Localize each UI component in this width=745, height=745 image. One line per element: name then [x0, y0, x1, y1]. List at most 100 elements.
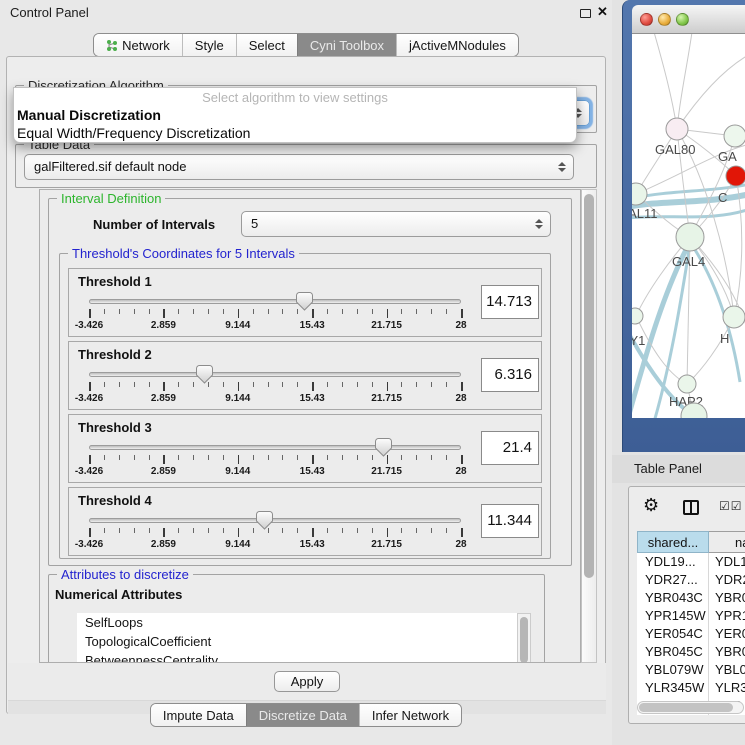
number-of-intervals-combobox[interactable]: 5	[241, 211, 551, 237]
control-panel-titlebar: Control Panel ✕	[0, 0, 612, 26]
slider-thumb[interactable]	[296, 292, 313, 316]
tab-select[interactable]: Select	[236, 34, 297, 56]
network-canvas[interactable]: GAL80GACGAL11GAL4GCY1HHAP2	[632, 34, 745, 418]
slider-tick	[416, 382, 417, 387]
table-row[interactable]: YDL19...YDL1	[637, 553, 745, 571]
apply-button[interactable]: Apply	[274, 671, 341, 692]
tab-segments: Impute DataDiscretize Data Infer Network	[150, 703, 462, 727]
threshold-value[interactable]: 21.4	[481, 431, 539, 465]
threshold-slider[interactable]: -3.4262.8599.14415.4321.71528	[89, 439, 461, 481]
slider-track[interactable]	[89, 372, 461, 377]
mac-zoom-button[interactable]	[676, 13, 689, 26]
network-node-ga[interactable]	[724, 125, 745, 147]
table-cell[interactable]: YER0	[709, 625, 745, 643]
slider-tick	[134, 455, 135, 460]
network-view-window[interactable]: GAL80GACGAL11GAL4GCY1HHAP2	[622, 0, 745, 452]
network-node-gcy1[interactable]	[632, 308, 643, 324]
table-row[interactable]: YBL079WYBL0	[637, 661, 745, 679]
network-node-hap2[interactable]	[678, 375, 696, 393]
threshold-slider[interactable]: -3.4262.8599.14415.4321.71528	[89, 366, 461, 408]
table-cell[interactable]: YBL079W	[637, 661, 709, 679]
slider-tick	[401, 309, 402, 314]
slider-track[interactable]	[89, 518, 461, 523]
tab-jactivemnodules[interactable]: jActiveMNodules	[396, 34, 518, 56]
slider-tick	[134, 528, 135, 533]
float-window-icon[interactable]	[580, 9, 591, 18]
table-cell[interactable]: YBL0	[709, 661, 745, 679]
table-cell[interactable]: YDL19...	[637, 553, 709, 571]
checkboxes-icon[interactable]: ☑☑	[719, 499, 743, 513]
slider-tick	[208, 455, 209, 460]
tab-cyni-toolbox[interactable]: Cyni Toolbox	[297, 34, 396, 56]
table-cell[interactable]: YER054C	[637, 625, 709, 643]
table-data-group: Table Data galFiltered.sif default node	[15, 144, 597, 188]
table-cell[interactable]: YPR1	[709, 607, 745, 625]
attribute-item-topologicalcoefficient[interactable]: TopologicalCoefficient	[77, 632, 517, 651]
table-row[interactable]: YDR27...YDR2	[637, 571, 745, 589]
columns-icon[interactable]	[683, 500, 699, 515]
tab-style[interactable]: Style	[182, 34, 236, 56]
attributes-list-scrollbar[interactable]	[517, 613, 531, 663]
slider-tick-label: 2.859	[151, 539, 176, 550]
tab-network[interactable]: Network	[94, 34, 182, 56]
table-cell[interactable]: YLR345W	[637, 679, 709, 697]
threshold-slider[interactable]: -3.4262.8599.14415.4321.71528	[89, 293, 461, 335]
slider-tick-label: -3.426	[75, 539, 103, 550]
network-node-gal80[interactable]	[666, 118, 688, 140]
tab-label: Infer Network	[372, 708, 449, 723]
settings-vertical-scrollbar[interactable]	[581, 189, 597, 663]
column-header-1[interactable]: shared...	[637, 531, 709, 553]
threshold-value[interactable]: 6.316	[481, 358, 539, 392]
threshold-value[interactable]: 14.713	[481, 285, 539, 319]
table-cell[interactable]: YBR043C	[637, 589, 709, 607]
tab-infer-network[interactable]: Infer Network	[359, 704, 461, 726]
table-row[interactable]: YBR043CYBR0	[637, 589, 745, 607]
slider-thumb[interactable]	[256, 511, 273, 535]
close-icon[interactable]: ✕	[597, 4, 608, 20]
mac-close-button[interactable]	[640, 13, 653, 26]
table-cell[interactable]: YPR145W	[637, 607, 709, 625]
table-cell[interactable]: YLR3	[709, 679, 745, 697]
slider-track[interactable]	[89, 299, 461, 304]
table-row[interactable]: YER054CYER0	[637, 625, 745, 643]
slider-thumb[interactable]	[375, 438, 392, 462]
table-row[interactable]: YLR345WYLR3	[637, 679, 745, 697]
combo-stepper-icon	[558, 162, 566, 172]
network-window-titlebar[interactable]	[632, 5, 745, 34]
mac-minimize-button[interactable]	[658, 13, 671, 26]
scrollbar-thumb[interactable]	[584, 194, 594, 578]
attribute-item-betweennesscentrality[interactable]: BetweennessCentrality	[77, 651, 517, 663]
table-horizontal-scrollbar[interactable]	[637, 701, 744, 714]
tab-label: Select	[249, 38, 285, 53]
gear-icon[interactable]: ⚙	[643, 495, 659, 517]
dropdown-option-equal-width-frequency-discretization[interactable]: Equal Width/Frequency Discretization	[14, 124, 576, 142]
tab-label: Network	[122, 38, 170, 53]
table-cell[interactable]: YBR0	[709, 589, 745, 607]
table-cell[interactable]: YBR045C	[637, 643, 709, 661]
table-panel-title: Table Panel	[634, 455, 702, 483]
table-cell[interactable]: YDR2	[709, 571, 745, 589]
dropdown-option-manual-discretization[interactable]: Manual Discretization	[14, 106, 576, 124]
numerical-attributes-list[interactable]: SelfLoopsTopologicalCoefficientBetweenne…	[77, 613, 517, 663]
table-row[interactable]: YPR145WYPR1	[637, 607, 745, 625]
slider-tick	[268, 455, 269, 460]
table-data-combobox[interactable]: galFiltered.sif default node	[24, 154, 574, 180]
network-node-gal4[interactable]	[676, 223, 704, 251]
threshold-slider[interactable]: -3.4262.8599.14415.4321.71528	[89, 512, 461, 554]
tab-discretize-data[interactable]: Discretize Data	[246, 704, 359, 726]
network-node-c[interactable]	[726, 166, 745, 186]
scrollbar-thumb[interactable]	[639, 703, 733, 712]
table-cell[interactable]: YBR0	[709, 643, 745, 661]
attribute-item-selfloops[interactable]: SelfLoops	[77, 613, 517, 632]
table-cell[interactable]: YDL1	[709, 553, 745, 571]
table-cell[interactable]: YDR27...	[637, 571, 709, 589]
table-row[interactable]: YBR045CYBR0	[637, 643, 745, 661]
scrollbar-thumb[interactable]	[520, 617, 528, 663]
tab-impute-data[interactable]: Impute Data	[151, 704, 246, 726]
slider-thumb[interactable]	[196, 365, 213, 389]
slider-tick-label: 9.144	[225, 320, 250, 331]
column-header-2[interactable]: na	[709, 531, 745, 553]
slider-track[interactable]	[89, 445, 461, 450]
network-node-h[interactable]	[723, 306, 745, 328]
threshold-value[interactable]: 11.344	[481, 504, 539, 538]
